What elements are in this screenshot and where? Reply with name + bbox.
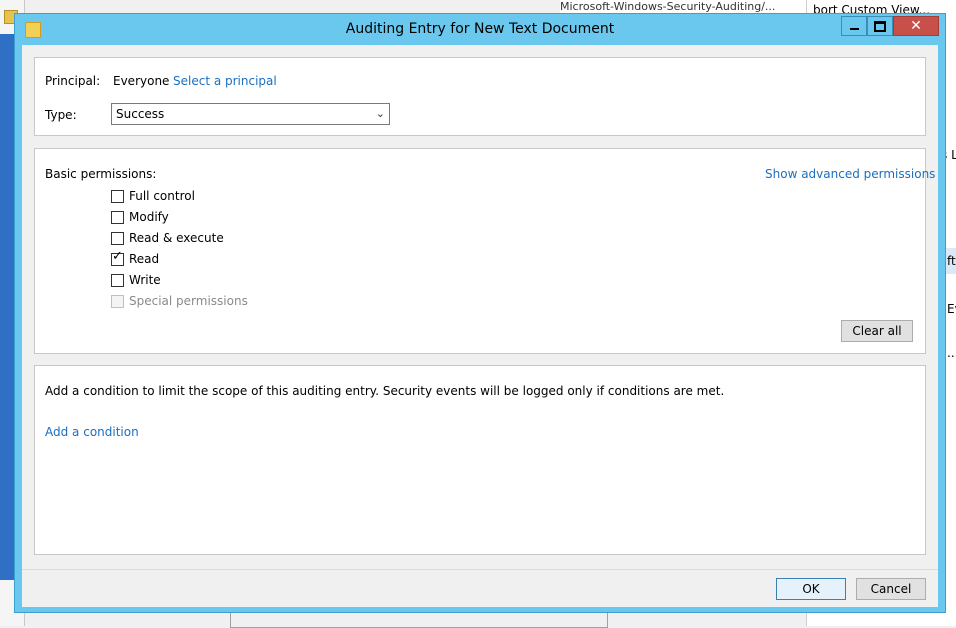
auditing-entry-dialog: Auditing Entry for New Text Document ✕ P… — [14, 13, 946, 613]
background-row: ... — [947, 346, 956, 360]
dialog-body: Principal: Everyone Select a principal T… — [22, 45, 938, 607]
permissions-panel: Basic permissions: Show advanced permiss… — [34, 148, 935, 354]
maximize-button[interactable] — [867, 16, 893, 36]
title-bar[interactable]: Auditing Entry for New Text Document ✕ — [15, 14, 945, 46]
full-control-checkbox[interactable] — [111, 189, 124, 203]
select-principal-link[interactable]: Select a principal — [173, 74, 277, 88]
permission-read[interactable]: ✓ Read — [111, 248, 160, 267]
show-advanced-permissions-link[interactable]: Show advanced permissions — [765, 167, 935, 181]
permission-full-control[interactable]: Full control — [111, 188, 195, 204]
chevron-down-icon: ⌄ — [375, 107, 385, 120]
clear-all-button[interactable]: Clear all — [841, 320, 913, 342]
checkmark-icon: ✓ — [112, 248, 123, 264]
read-label: Read — [129, 252, 160, 266]
type-label: Type: — [45, 108, 77, 122]
footer-divider — [22, 569, 938, 570]
principal-value: Everyone — [113, 74, 170, 88]
minimize-icon — [849, 28, 859, 30]
basic-permissions-label: Basic permissions: — [45, 167, 157, 181]
minimize-button[interactable] — [841, 16, 867, 36]
special-permissions-label: Special permissions — [129, 294, 248, 308]
permission-read-execute[interactable]: Read & execute — [111, 230, 224, 246]
ok-button[interactable]: OK — [776, 578, 846, 600]
write-label: Write — [129, 273, 161, 287]
type-selected-value: Success — [116, 107, 165, 121]
read-execute-label: Read & execute — [129, 231, 224, 245]
condition-description: Add a condition to limit the scope of th… — [45, 384, 725, 398]
cancel-button[interactable]: Cancel — [856, 578, 926, 600]
close-button[interactable]: ✕ — [893, 16, 939, 36]
modify-label: Modify — [129, 210, 169, 224]
background-row: ft — [947, 254, 956, 268]
write-checkbox[interactable] — [111, 273, 124, 287]
modify-checkbox[interactable] — [111, 210, 124, 224]
read-checkbox[interactable]: ✓ — [111, 248, 124, 266]
background-row: Ev — [947, 302, 956, 316]
background-strip-text: Microsoft-Windows-Security-Auditing/... — [560, 0, 776, 13]
dialog-title: Auditing Entry for New Text Document — [345, 21, 615, 37]
maximize-icon — [874, 20, 886, 32]
full-control-label: Full control — [129, 189, 195, 203]
close-icon: ✕ — [910, 18, 922, 34]
type-dropdown[interactable]: Success ⌄ — [111, 103, 390, 125]
condition-panel: Add a condition to limit the scope of th… — [34, 365, 926, 555]
special-permissions-checkbox — [111, 294, 124, 308]
add-condition-link[interactable]: Add a condition — [45, 425, 139, 439]
permission-special: Special permissions — [111, 293, 248, 309]
permission-modify[interactable]: Modify — [111, 209, 169, 225]
read-execute-checkbox[interactable] — [111, 231, 124, 245]
principal-label: Principal: — [45, 74, 101, 88]
principal-panel: Principal: Everyone Select a principal T… — [34, 57, 926, 136]
permission-write[interactable]: Write — [111, 272, 161, 288]
selected-nav-item — [0, 34, 15, 580]
explorer-pane-bottom — [0, 580, 15, 626]
background-window-strip: Microsoft-Windows-Security-Auditing/... — [560, 0, 806, 14]
